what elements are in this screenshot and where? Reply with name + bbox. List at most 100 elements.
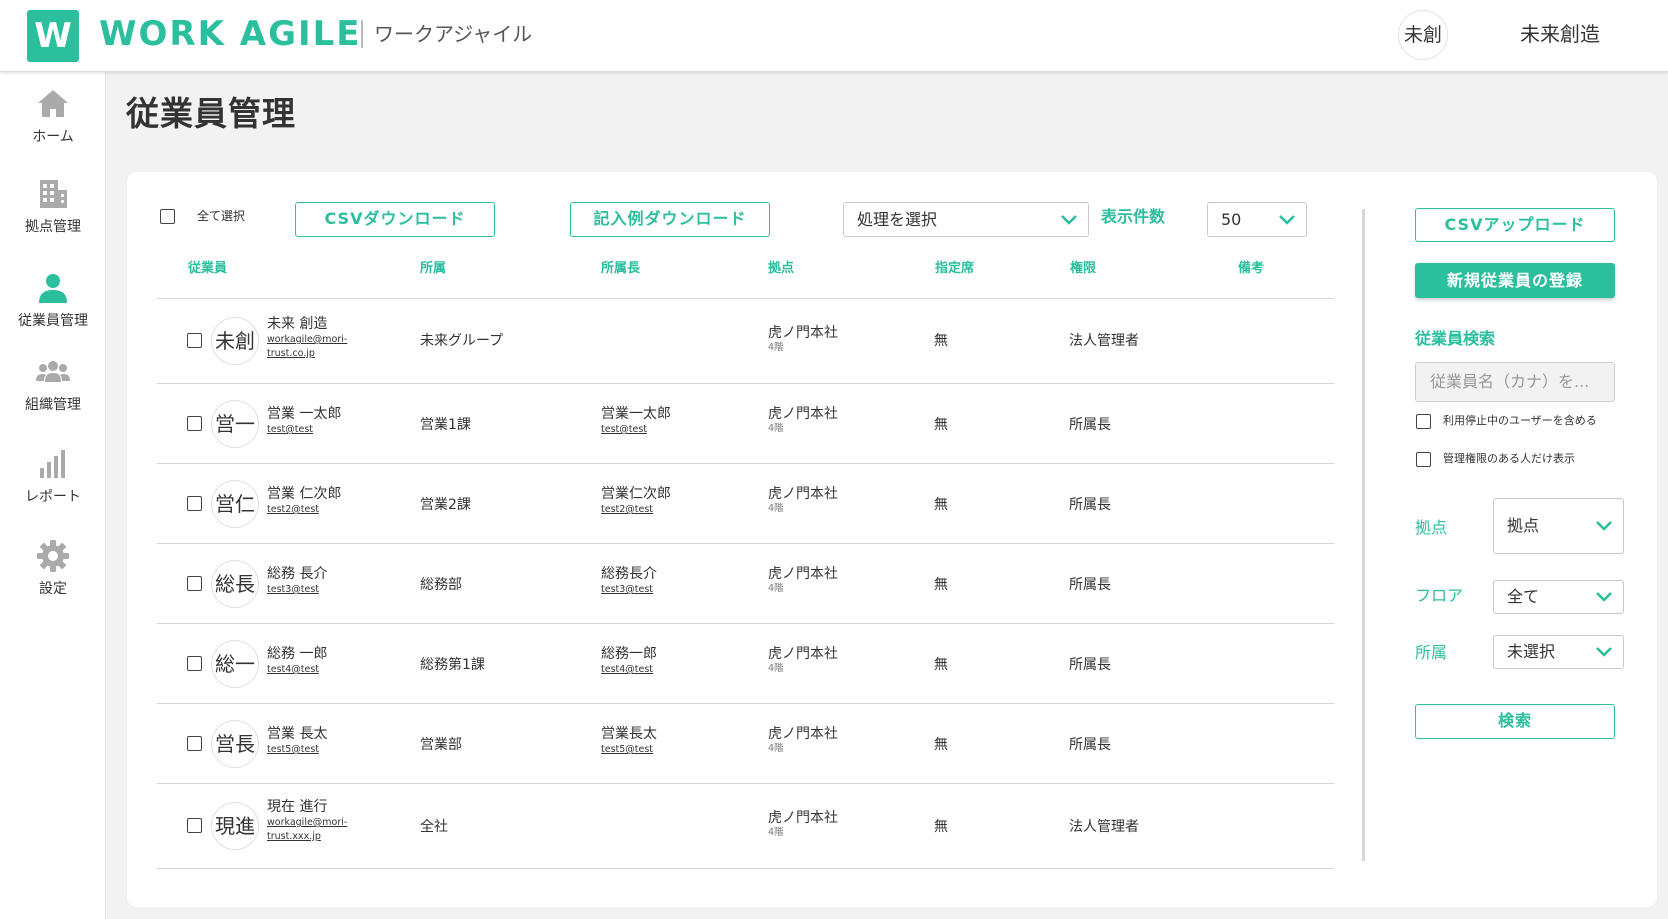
department-cell: 全社	[420, 819, 448, 835]
csv-download-button[interactable]: CSVダウンロード	[295, 202, 495, 237]
table-row[interactable]: 営一 営業 一太郎 test@test 営業1課 営業一太郎 test@test…	[157, 384, 1334, 464]
dept-filter-select[interactable]: 未選択	[1493, 635, 1624, 669]
manager-email[interactable]: test4@test	[601, 663, 657, 677]
manager-name[interactable]: 総務長介	[601, 565, 657, 583]
include-disabled-checkbox[interactable]	[1416, 414, 1431, 429]
site-cell: 虎ノ門本社 4階	[768, 645, 838, 675]
column-header-seat[interactable]: 指定席	[935, 261, 974, 277]
employee-name[interactable]: 総務 長介	[267, 565, 327, 583]
user-name[interactable]: 未来創造	[1520, 20, 1600, 48]
site-cell: 虎ノ門本社 4階	[768, 725, 838, 755]
table-row[interactable]: 営長 営業 長太 test5@test 営業部 営業長太 test5@test …	[157, 704, 1334, 784]
employee-cell: 現在 進行 workagile@mori- trust.xxx.jp	[267, 798, 347, 844]
floor-filter-select[interactable]: 全て	[1493, 580, 1624, 614]
department-cell: 総務第1課	[420, 657, 485, 673]
avatar: 未創	[211, 317, 259, 365]
employee-name[interactable]: 未来 創造	[267, 315, 347, 333]
table-row[interactable]: 総一 総務 一郎 test4@test 総務第1課 総務一郎 test4@tes…	[157, 624, 1334, 704]
sidebar-item-sites[interactable]: 拠点管理	[0, 176, 106, 236]
sidebar-item-home[interactable]: ホーム	[0, 86, 106, 146]
user-avatar[interactable]: 未創	[1398, 10, 1448, 60]
column-header-role[interactable]: 権限	[1070, 261, 1096, 277]
column-header-site[interactable]: 拠点	[768, 261, 794, 277]
manager-name[interactable]: 総務一郎	[601, 645, 657, 663]
register-employee-button[interactable]: 新規従業員の登録	[1415, 263, 1615, 298]
manager-email[interactable]: test5@test	[601, 743, 657, 757]
employee-name[interactable]: 現在 進行	[267, 798, 347, 816]
manager-name[interactable]: 営業一太郎	[601, 405, 671, 423]
employee-name[interactable]: 営業 一太郎	[267, 405, 341, 423]
site-filter-label: 拠点	[1415, 518, 1448, 537]
bar-chart-icon	[40, 450, 65, 478]
row-checkbox[interactable]	[187, 495, 202, 511]
seat-cell: 無	[934, 819, 948, 835]
manager-email[interactable]: test@test	[601, 423, 671, 437]
site-floor: 4階	[768, 827, 784, 838]
employee-email[interactable]: test@test	[267, 423, 341, 437]
site-name: 虎ノ門本社	[768, 325, 838, 341]
employee-name[interactable]: 営業 長太	[267, 725, 327, 743]
manager-name[interactable]: 営業仁次郎	[601, 485, 671, 503]
per-page-label: 表示件数	[1101, 207, 1166, 226]
column-header-employee[interactable]: 従業員	[188, 261, 227, 277]
sidebar-item-organization[interactable]: 組織管理	[0, 354, 106, 414]
site-cell: 虎ノ門本社 4階	[768, 485, 838, 515]
column-header-department[interactable]: 所属	[420, 261, 446, 277]
employee-email[interactable]: workagile@mori-	[267, 816, 347, 830]
site-name: 虎ノ門本社	[768, 646, 838, 662]
per-page-select[interactable]: 50	[1207, 202, 1307, 237]
select-all-label: 全て選択	[197, 209, 246, 223]
logo-mark[interactable]: W	[27, 10, 79, 62]
employee-email[interactable]: test2@test	[267, 503, 341, 517]
row-checkbox[interactable]	[187, 655, 202, 671]
select-all-checkbox[interactable]	[160, 209, 175, 224]
chevron-down-icon	[1596, 592, 1612, 602]
manager-cell: 営業長太 test5@test	[601, 725, 657, 757]
sidebar-item-settings[interactable]: 設定	[0, 538, 106, 598]
site-floor: 4階	[768, 503, 784, 514]
manager-email[interactable]: test3@test	[601, 583, 657, 597]
seat-cell: 無	[934, 497, 948, 513]
seat-cell: 無	[934, 417, 948, 433]
site-cell: 虎ノ門本社 4階	[768, 405, 838, 435]
table-row[interactable]: 現進 現在 進行 workagile@mori- trust.xxx.jp 全社…	[157, 784, 1334, 869]
sidebar-item-employees[interactable]: 従業員管理	[0, 270, 106, 330]
row-checkbox[interactable]	[187, 333, 202, 348]
action-select[interactable]: 処理を選択	[843, 202, 1089, 237]
column-header-manager[interactable]: 所属長	[601, 261, 640, 277]
search-button[interactable]: 検索	[1415, 704, 1615, 739]
logo-text[interactable]: WORK AGILE	[99, 14, 362, 54]
admin-only-checkbox[interactable]	[1416, 452, 1431, 467]
row-checkbox[interactable]	[187, 818, 202, 833]
site-filter-select[interactable]: 拠点	[1493, 498, 1624, 554]
table-row[interactable]: 営仁 営業 仁次郎 test2@test 営業2課 営業仁次郎 test2@te…	[157, 464, 1334, 544]
table-row[interactable]: 未創 未来 創造 workagile@mori- trust.co.jp 未来グ…	[157, 299, 1334, 384]
site-floor: 4階	[768, 743, 784, 754]
csv-upload-button[interactable]: CSVアップロード	[1415, 208, 1615, 242]
column-header-note[interactable]: 備考	[1238, 261, 1264, 277]
employee-email[interactable]: workagile@mori-	[267, 333, 347, 347]
employee-email[interactable]: test3@test	[267, 583, 327, 597]
seat-cell: 無	[934, 333, 948, 349]
employee-cell: 未来 創造 workagile@mori- trust.co.jp	[267, 315, 347, 361]
employee-email[interactable]: trust.co.jp	[267, 347, 347, 361]
seat-cell: 無	[934, 657, 948, 673]
employee-search-input[interactable]: 従業員名（カナ）を...	[1415, 362, 1615, 402]
sample-download-button[interactable]: 記入例ダウンロード	[570, 202, 770, 237]
per-page-value: 50	[1221, 209, 1242, 229]
table-row[interactable]: 総長 総務 長介 test3@test 総務部 総務長介 test3@test …	[157, 544, 1334, 624]
sidebar-item-reports[interactable]: レポート	[0, 446, 106, 506]
employee-email[interactable]: test5@test	[267, 743, 327, 757]
employee-name[interactable]: 営業 仁次郎	[267, 485, 341, 503]
employee-name[interactable]: 総務 一郎	[267, 645, 327, 663]
row-checkbox[interactable]	[187, 415, 202, 431]
manager-name[interactable]: 営業長太	[601, 725, 657, 743]
department-cell: 営業部	[420, 737, 462, 753]
row-checkbox[interactable]	[187, 575, 202, 591]
panel-scrollbar[interactable]	[1362, 209, 1365, 861]
employee-email[interactable]: trust.xxx.jp	[267, 830, 347, 844]
employee-cell: 総務 長介 test3@test	[267, 565, 327, 597]
manager-email[interactable]: test2@test	[601, 503, 671, 517]
employee-email[interactable]: test4@test	[267, 663, 327, 677]
row-checkbox[interactable]	[187, 735, 202, 751]
